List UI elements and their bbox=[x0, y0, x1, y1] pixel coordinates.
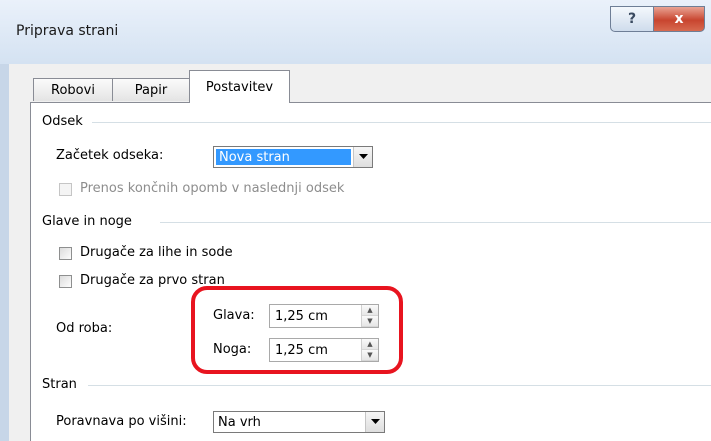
headers-footers-divider bbox=[160, 222, 711, 223]
vertical-align-select[interactable]: Na vrh bbox=[213, 411, 385, 433]
chevron-down-icon[interactable] bbox=[365, 412, 384, 432]
headers-footers-heading: Glave in noge bbox=[42, 214, 132, 229]
first-page-checkbox[interactable] bbox=[59, 275, 72, 288]
highlight-annotation bbox=[191, 286, 403, 374]
tab-label: Postavitev bbox=[205, 79, 274, 95]
section-start-label: Začetek odseka: bbox=[56, 148, 164, 163]
tab-robovi[interactable]: Robovi bbox=[33, 78, 113, 101]
help-icon: ? bbox=[627, 11, 637, 27]
tab-papir[interactable]: Papir bbox=[112, 78, 190, 101]
odd-even-label: Drugače za lihe in sode bbox=[80, 245, 233, 260]
section-start-value: Nova stran bbox=[216, 149, 351, 165]
tab-label: Robovi bbox=[51, 82, 95, 98]
left-edge bbox=[0, 64, 9, 441]
endnotes-checkbox[interactable] bbox=[59, 183, 72, 196]
help-button[interactable]: ? bbox=[610, 6, 654, 32]
tab-label: Papir bbox=[134, 82, 168, 98]
odd-even-checkbox[interactable] bbox=[59, 247, 72, 260]
chevron-down-icon[interactable] bbox=[353, 147, 372, 167]
title-bar: Priprava strani ? x bbox=[0, 0, 711, 64]
page-divider bbox=[88, 385, 711, 386]
section-divider bbox=[92, 122, 711, 123]
close-button[interactable]: x bbox=[653, 6, 705, 32]
page-heading: Stran bbox=[42, 377, 77, 392]
close-icon: x bbox=[674, 11, 684, 27]
tab-postavitev[interactable]: Postavitev bbox=[189, 70, 290, 103]
section-heading: Odsek bbox=[42, 114, 83, 129]
endnotes-label: Prenos končnih opomb v naslednji odsek bbox=[80, 181, 345, 196]
window-title: Priprava strani bbox=[16, 23, 119, 39]
vertical-align-value: Na vrh bbox=[218, 414, 261, 430]
vertical-align-label: Poravnava po višini: bbox=[56, 414, 187, 429]
section-start-select[interactable]: Nova stran bbox=[213, 146, 373, 168]
from-edge-label: Od roba: bbox=[56, 321, 113, 336]
